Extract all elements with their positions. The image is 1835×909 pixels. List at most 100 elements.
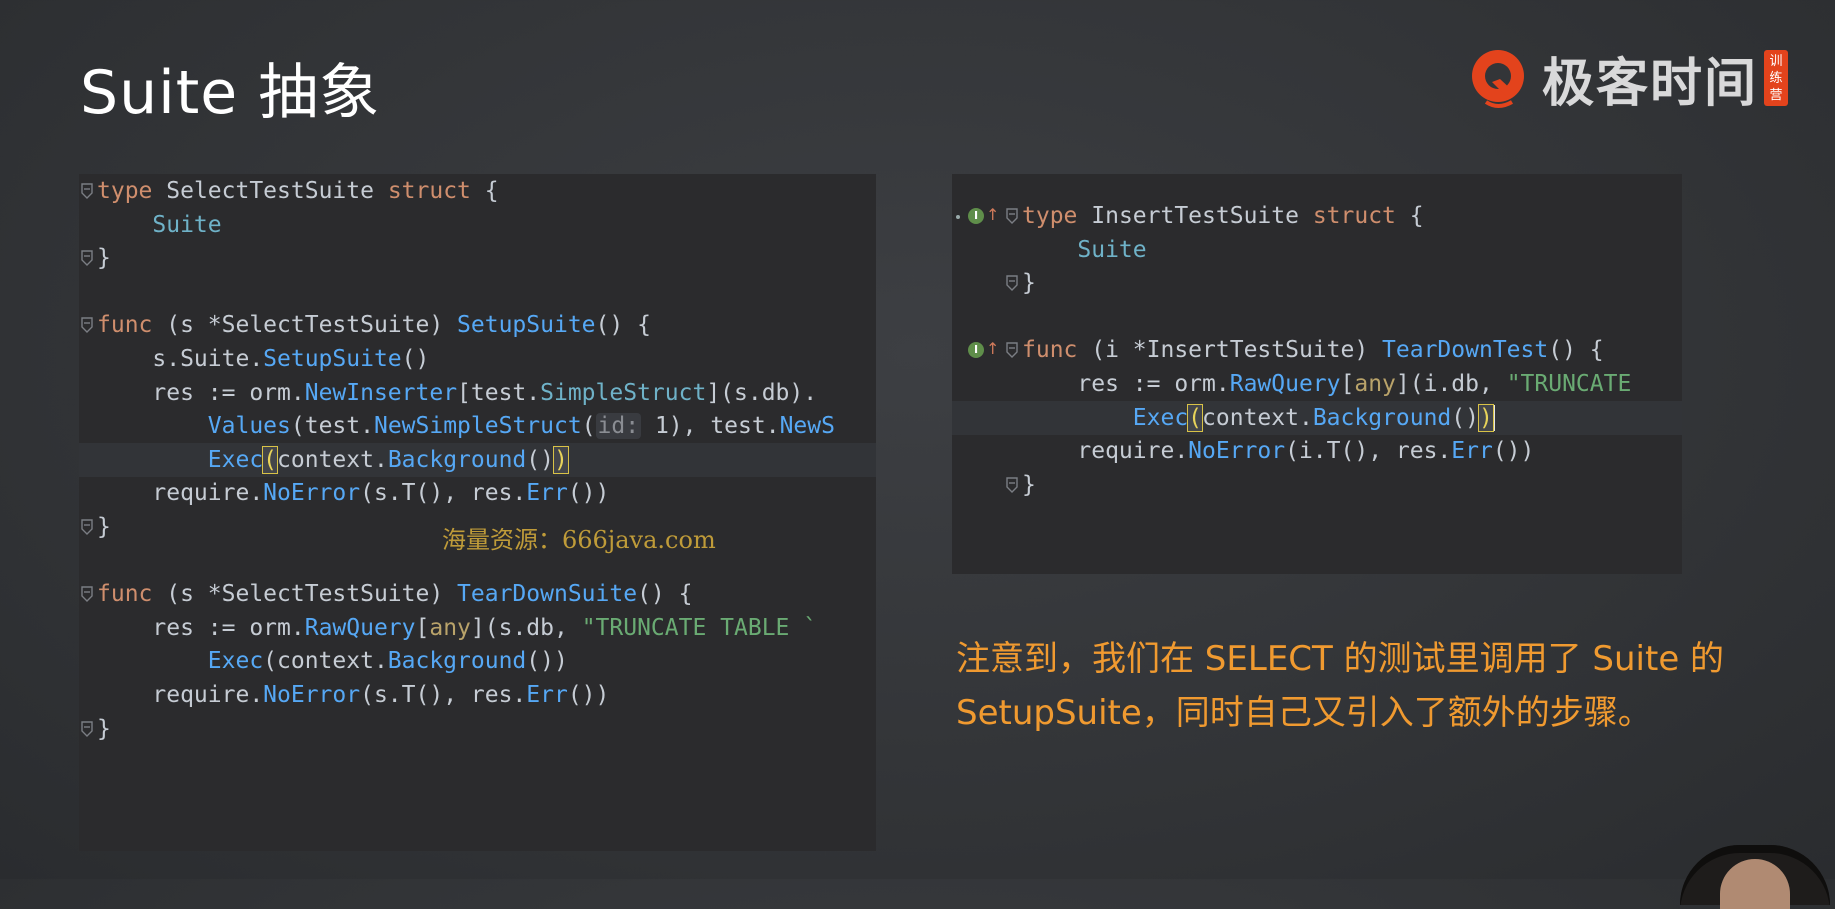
code-token: Background <box>1312 404 1452 431</box>
code-token: SelectTestSuite <box>166 178 374 204</box>
code-token: require. <box>1022 438 1189 465</box>
code-token: Suite <box>1022 236 1147 263</box>
code-token: } <box>97 715 111 742</box>
override-arrow-icon[interactable]: ↑ <box>986 205 999 224</box>
code-token: context. <box>277 446 388 473</box>
code-token: Err <box>1451 438 1493 465</box>
code-token: RawQuery <box>304 614 416 641</box>
code-line: Values(test.NewSimpleStruct(id: 1), test… <box>79 409 876 443</box>
watermark: 海量资源：666java.com <box>442 526 716 554</box>
code-token: SetupSuite <box>263 346 402 372</box>
code-token: () { <box>595 312 651 339</box>
code-token: Err <box>526 480 568 507</box>
code-token: NewSimpleStruct <box>373 413 582 440</box>
fold-marker-icon[interactable] <box>1006 342 1018 359</box>
code-token: res := orm. <box>97 614 305 641</box>
code-line: res := orm.RawQuery[any](i.db, "TRUNCATE <box>952 367 1682 401</box>
code-line: Exec(context.Background()) <box>79 644 876 678</box>
code-token: NoError <box>263 682 361 708</box>
code-token: TearDownSuite <box>457 581 638 608</box>
code-token: Background <box>387 446 527 473</box>
code-line: Exec(context.Background()) <box>952 400 1682 435</box>
code-token: (i *InsertTestSuite) <box>1091 337 1383 364</box>
code-token: ()) <box>567 682 610 708</box>
code-token: type <box>97 178 167 204</box>
code-token: () <box>1451 404 1479 431</box>
code-token: (s.T(), res. <box>360 480 527 507</box>
code-token: SimpleStruct <box>540 379 707 406</box>
annotation-note: 注意到，我们在 SELECT 的测试里调用了 Suite 的 SetupSuit… <box>956 632 1776 740</box>
code-token: SetupSuite <box>457 312 596 339</box>
code-token: 1), test. <box>641 413 780 440</box>
code-token: (i.T(), res. <box>1285 438 1452 465</box>
fold-marker-icon[interactable] <box>81 519 93 535</box>
code-token: Exec <box>207 446 264 473</box>
geektime-logo: 极客时间 训练营 <box>1466 42 1789 114</box>
code-line: Suite <box>79 208 876 242</box>
fold-marker-icon[interactable] <box>81 720 93 737</box>
code-token: ()) <box>567 480 610 507</box>
code-line: Suite <box>952 233 1682 267</box>
override-arrow-icon[interactable]: ↑ <box>986 339 999 358</box>
code-line: type InsertTestSuite struct { <box>952 199 1682 233</box>
code-editor-select-suite: type SelectTestSuite struct { Suite} func… <box>79 174 876 851</box>
code-token: } <box>1022 471 1036 498</box>
code-token: (context. <box>263 648 388 675</box>
code-line: res := orm.RawQuery[any](s.db, "TRUNCATE… <box>79 611 876 645</box>
code-token: Background <box>387 648 527 675</box>
code-token: (test. <box>290 413 374 440</box>
code-token: func <box>97 581 167 608</box>
code-token: s.Suite. <box>97 346 264 372</box>
implements-gutter-icon[interactable]: I <box>968 208 984 224</box>
fold-marker-icon[interactable] <box>81 586 93 603</box>
code-token: } <box>97 245 111 272</box>
fold-marker-icon[interactable] <box>81 250 93 267</box>
code-token: RawQuery <box>1229 371 1341 397</box>
code-token: (s *SelectTestSuite) <box>166 581 458 608</box>
code-line: func (s *SelectTestSuite) SetupSuite() { <box>79 308 876 342</box>
code-line: Exec(context.Background()) <box>79 442 876 477</box>
code-line: type SelectTestSuite struct { <box>79 174 876 208</box>
code-token: Exec <box>1132 404 1189 431</box>
code-token: [ <box>1340 371 1355 397</box>
code-token: ()) <box>1492 438 1535 465</box>
logo-text: 极客时间 <box>1542 53 1759 114</box>
code-token: Exec <box>207 648 264 675</box>
code-token: } <box>97 514 111 540</box>
code-token: TearDownTest <box>1382 337 1549 364</box>
code-line: res := orm.NewInserter[test.SimpleStruct… <box>79 376 876 410</box>
code-token: Values <box>207 413 291 440</box>
code-token: InsertTestSuite <box>1091 203 1299 229</box>
code-token: [test. <box>457 379 541 406</box>
code-token: () <box>526 446 554 473</box>
code-token: require. <box>97 682 264 708</box>
code-editor-insert-suite: type InsertTestSuite struct { Suite} func… <box>952 174 1682 574</box>
slide-title: Suite 抽象 <box>80 58 381 128</box>
geektime-logo-icon <box>1472 50 1524 108</box>
code-line: require.NoError(s.T(), res.Err()) <box>79 678 876 712</box>
code-token: ( <box>1187 403 1204 432</box>
code-token: () { <box>637 581 693 608</box>
code-token: func <box>1022 337 1092 364</box>
fold-marker-icon[interactable] <box>1006 208 1018 224</box>
code-token: func <box>97 312 167 339</box>
presenter-avatar <box>1680 845 1830 909</box>
code-line: } <box>952 266 1682 300</box>
fold-marker-icon[interactable] <box>81 317 93 334</box>
code-token: require. <box>97 480 264 507</box>
code-line: s.Suite.SetupSuite() <box>79 342 876 376</box>
fold-marker-icon[interactable] <box>1006 477 1018 493</box>
note-line-2: SetupSuite，同时自己又引入了额外的步骤。 <box>956 693 1652 733</box>
code-token: any <box>429 614 471 641</box>
code-token: ](i.db, <box>1395 371 1507 397</box>
code-token: Err <box>526 682 568 708</box>
fold-marker-icon[interactable] <box>81 183 93 199</box>
text-caret <box>1492 405 1495 432</box>
code-line: } <box>79 241 876 275</box>
fold-marker-icon[interactable] <box>1006 275 1018 292</box>
